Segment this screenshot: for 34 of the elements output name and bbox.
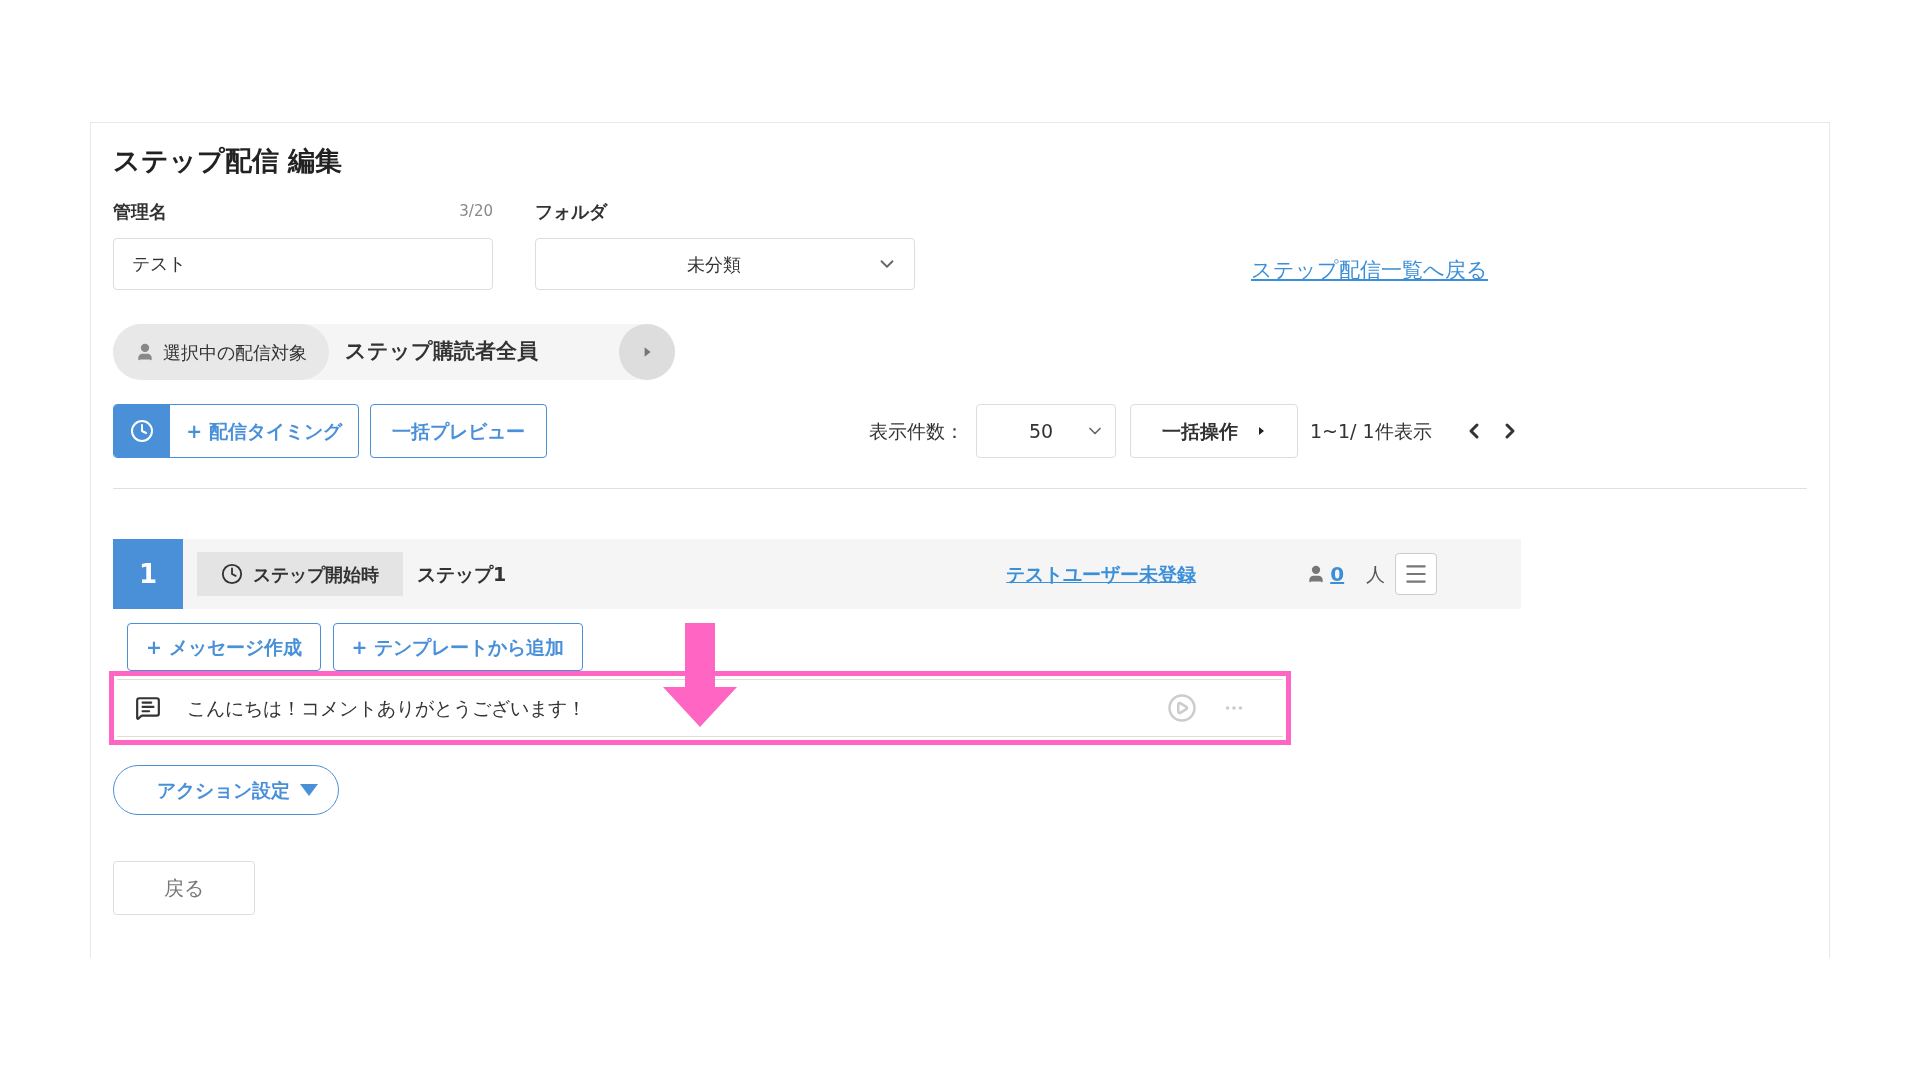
target-label-pill: 選択中の配信対象 bbox=[113, 324, 329, 380]
add-message-button[interactable]: + テンプレートから追加 bbox=[332, 623, 584, 671]
clock-icon bbox=[130, 419, 154, 443]
message-text: こんにちは！コメントありがとうございます！ bbox=[187, 695, 587, 721]
page-title: ステップ配信 編集 bbox=[113, 147, 344, 174]
target-value: ステップ購読者全員 bbox=[345, 338, 539, 366]
per-page-select[interactable]: 50 bbox=[976, 404, 1116, 458]
field-label: フォルダ bbox=[535, 199, 607, 224]
bulk-action-button[interactable]: 一括操作 bbox=[1130, 404, 1298, 458]
character-counter: 3/20 bbox=[459, 200, 493, 222]
timing-button[interactable]: + 配信タイミング bbox=[113, 404, 359, 458]
back-button[interactable]: 戻る bbox=[113, 861, 255, 915]
back-to-list-link[interactable]: ステップ配信一覧へ戻る bbox=[1251, 254, 1488, 286]
subscriber-count-link[interactable]: 0 bbox=[1330, 559, 1345, 589]
chat-bubble-icon bbox=[135, 695, 161, 721]
per-page-label: 表示件数： bbox=[869, 418, 964, 444]
step-number: 1 bbox=[113, 539, 183, 609]
folder-select[interactable]: 未分類 bbox=[535, 238, 915, 290]
count-unit: 人 bbox=[1366, 561, 1386, 587]
menu-button[interactable] bbox=[1395, 553, 1438, 595]
person-icon bbox=[135, 342, 155, 362]
test-user-link[interactable]: テストユーザー未登録 bbox=[1006, 559, 1197, 589]
add-message-button[interactable]: + メッセージ作成 bbox=[127, 623, 321, 671]
paging-text: 1~1/ 1件表示 bbox=[1310, 418, 1432, 444]
field-label: 管理名 bbox=[113, 199, 167, 224]
action-settings-button[interactable]: アクション設定 bbox=[113, 765, 339, 815]
caret-down-icon bbox=[299, 784, 318, 796]
step-name: ステップ1 bbox=[417, 561, 507, 587]
name-input-field[interactable]: テスト bbox=[113, 238, 493, 290]
clock-icon bbox=[221, 563, 243, 585]
bulk-preview-button[interactable]: 一括プレビュー bbox=[370, 404, 547, 458]
caret-right-icon bbox=[1256, 426, 1266, 436]
target-selector[interactable]: 選択中の配信対象 ステップ購読者全員 bbox=[113, 324, 675, 380]
timing-tag: ステップ開始時 bbox=[197, 552, 403, 596]
